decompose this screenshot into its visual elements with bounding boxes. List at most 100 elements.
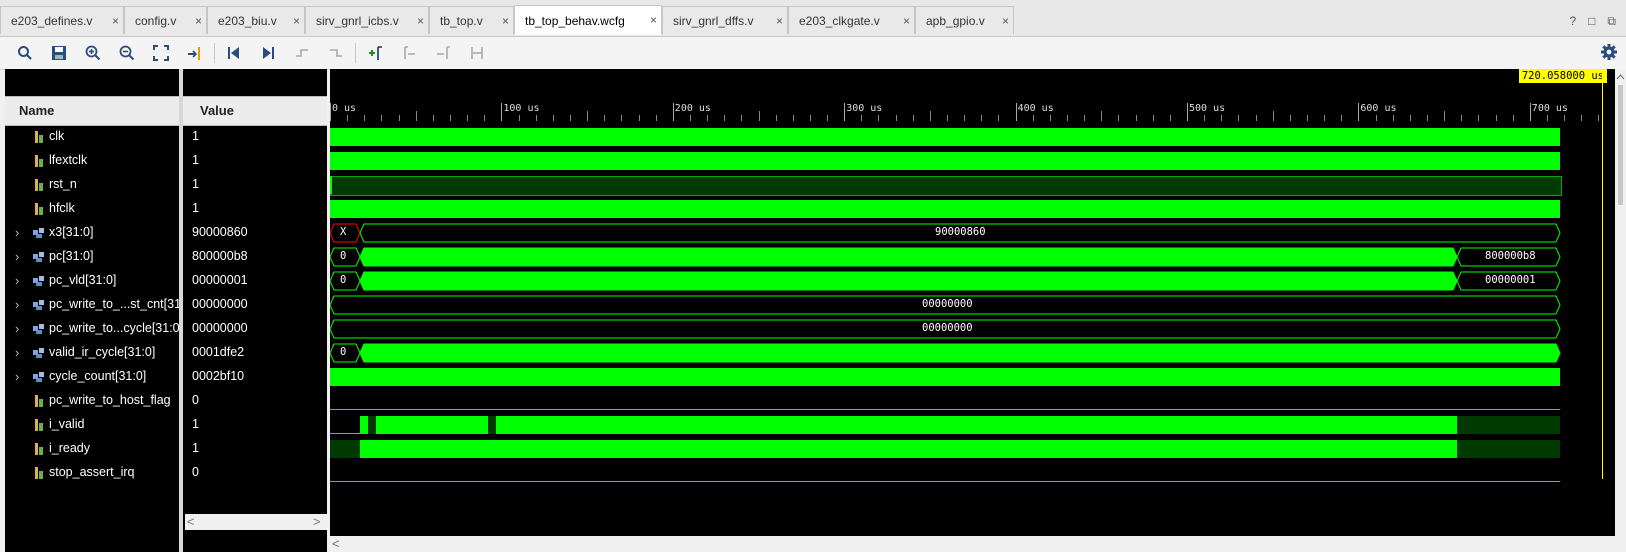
ruler-minor-tick <box>1426 115 1428 121</box>
tab-tb-top-behav-wcfg[interactable]: tb_top_behav.wcfg × <box>514 5 662 35</box>
time-ruler: 0 us 100 us 200 us 300 us 400 us 500 us 600 us… <box>330 97 1615 127</box>
tab-config-v[interactable]: config.v × <box>124 6 207 34</box>
tab-e203-biu-v[interactable]: e203_biu.v × <box>207 6 305 34</box>
waveform-row <box>330 197 1615 222</box>
ruler-minor-tick <box>1032 115 1034 121</box>
ruler-minor-tick <box>415 111 417 121</box>
signal-value: 00000001 <box>192 273 248 287</box>
wave-scroll-left-arrow[interactable]: < <box>332 536 340 551</box>
tab-tb-top-v[interactable]: tb_top.v × <box>429 6 514 34</box>
irq-low-line <box>330 481 1560 482</box>
search-icon[interactable] <box>8 39 42 67</box>
go-to-cursor-icon[interactable] <box>178 39 212 67</box>
tab-sirv-gnrl-dffs-v[interactable]: sirv_gnrl_dffs.v × <box>662 6 788 34</box>
tab-close-icon[interactable]: × <box>650 13 657 27</box>
tab-e203-clkgate-v[interactable]: e203_clkgate.v × <box>788 6 915 34</box>
help-icon[interactable]: ? <box>1569 14 1576 29</box>
ruler-minor-tick <box>1084 115 1086 121</box>
signal-row[interactable]: › valid_ir_cycle[31:0] 0001dfe2 <box>5 341 327 366</box>
iready-high <box>360 440 1457 458</box>
scroll-right-arrow[interactable]: > <box>313 514 321 529</box>
expand-chevron-icon[interactable]: › <box>15 249 19 264</box>
signal-row[interactable]: › x3[31:0] 90000860 <box>5 221 327 246</box>
ruler-minor-tick <box>1461 115 1463 121</box>
waveform-horizontal-scrollbar[interactable]: < <box>330 536 1615 552</box>
expand-chevron-icon[interactable]: › <box>15 321 19 336</box>
ruler-minor-tick <box>449 115 451 121</box>
signal-row[interactable]: › pc[31:0] 800000b8 <box>5 245 327 270</box>
expand-chevron-icon[interactable]: › <box>15 273 19 288</box>
signal-row[interactable]: i_valid 1 <box>5 413 327 438</box>
next-transition-icon[interactable] <box>319 39 353 67</box>
signal-value: 1 <box>192 441 199 455</box>
reset-wave <box>330 176 1562 196</box>
maximize-icon[interactable]: □ <box>1588 14 1595 29</box>
column-divider[interactable] <box>179 69 183 552</box>
ruler-minor-tick <box>1598 115 1600 121</box>
previous-transition-icon[interactable] <box>285 39 319 67</box>
signal-value: 1 <box>192 177 199 191</box>
signal-row[interactable]: clk 1 <box>5 125 327 150</box>
value-column-header[interactable]: Value <box>200 97 234 125</box>
bit-signal-icon <box>35 467 43 479</box>
signal-row[interactable]: i_ready 1 <box>5 437 327 462</box>
settings-gear-icon[interactable] <box>1600 43 1618 64</box>
signal-row[interactable]: › pc_write_to_...st_cnt[31:0] 00000000 <box>5 293 327 318</box>
signal-row[interactable]: stop_assert_irq 0 <box>5 461 327 486</box>
tab-close-icon[interactable]: × <box>293 14 300 28</box>
ivalid-gap <box>488 416 496 434</box>
bus-value-label: 0 <box>340 250 347 262</box>
expand-chevron-icon[interactable]: › <box>15 225 19 240</box>
time-cursor[interactable] <box>1602 69 1603 479</box>
ruler-minor-tick <box>1581 115 1583 121</box>
ruler-minor-tick <box>484 115 486 121</box>
go-to-start-icon[interactable] <box>217 39 251 67</box>
zoom-in-icon[interactable] <box>76 39 110 67</box>
signal-row[interactable]: lfextclk 1 <box>5 149 327 174</box>
bit-signal-icon <box>35 155 43 167</box>
signal-row[interactable]: rst_n 1 <box>5 173 327 198</box>
flag-low-line <box>330 409 1560 410</box>
restore-icon[interactable]: ⧉ <box>1607 14 1616 29</box>
expand-chevron-icon[interactable]: › <box>15 297 19 312</box>
scroll-left-arrow[interactable]: < <box>187 514 195 529</box>
tab-close-icon[interactable]: × <box>1002 14 1009 28</box>
tab-close-icon[interactable]: × <box>112 14 119 28</box>
ruler-minor-tick <box>827 115 829 121</box>
swap-cursors-icon[interactable] <box>460 39 494 67</box>
add-marker-icon[interactable] <box>358 39 392 67</box>
tab-close-icon[interactable]: × <box>502 14 509 28</box>
ruler-major-tick <box>501 103 503 121</box>
tab-close-icon[interactable]: × <box>195 14 202 28</box>
tab-e203-defines-v[interactable]: e203_defines.v × <box>0 6 124 34</box>
go-to-end-icon[interactable] <box>251 39 285 67</box>
save-icon[interactable] <box>42 39 76 67</box>
next-marker-icon[interactable] <box>426 39 460 67</box>
signal-row[interactable]: › cycle_count[31:0] 0002bf10 <box>5 365 327 390</box>
signal-row[interactable]: pc_write_to_host_flag 0 <box>5 389 327 414</box>
tab-apb-gpio-v[interactable]: apb_gpio.v × <box>915 6 1014 34</box>
waveform-row: 0 800000b8 <box>330 245 1615 270</box>
tab-close-icon[interactable]: × <box>417 14 424 28</box>
expand-chevron-icon[interactable]: › <box>15 345 19 360</box>
ruler-minor-tick <box>1512 115 1514 121</box>
signal-row[interactable]: › pc_write_to...cycle[31:0] 00000000 <box>5 317 327 342</box>
value-horizontal-scrollbar[interactable]: < > <box>185 514 327 530</box>
waveform-panel[interactable]: 720.058000 us 0 us 100 us 200 us 300 us 400 … <box>330 69 1615 536</box>
zoom-fit-icon[interactable] <box>144 39 178 67</box>
ruler-minor-tick <box>809 115 811 121</box>
name-column-header[interactable]: Name <box>19 97 54 125</box>
ruler-minor-tick <box>861 115 863 121</box>
tab-close-icon[interactable]: × <box>903 14 910 28</box>
previous-marker-icon[interactable] <box>392 39 426 67</box>
signal-row[interactable]: › pc_vld[31:0] 00000001 <box>5 269 327 294</box>
tab-close-icon[interactable]: × <box>776 14 783 28</box>
tab-sirv-gnrl-icbs-v[interactable]: sirv_gnrl_icbs.v × <box>305 6 429 34</box>
signal-row[interactable]: hfclk 1 <box>5 197 327 222</box>
clock-wave <box>330 128 1560 146</box>
zoom-out-icon[interactable] <box>110 39 144 67</box>
ruler-minor-tick <box>929 111 931 121</box>
expand-chevron-icon[interactable]: › <box>15 369 19 384</box>
waveform-vertical-scrollbar[interactable] <box>1615 69 1626 536</box>
signal-name: pc[31:0] <box>49 249 94 263</box>
